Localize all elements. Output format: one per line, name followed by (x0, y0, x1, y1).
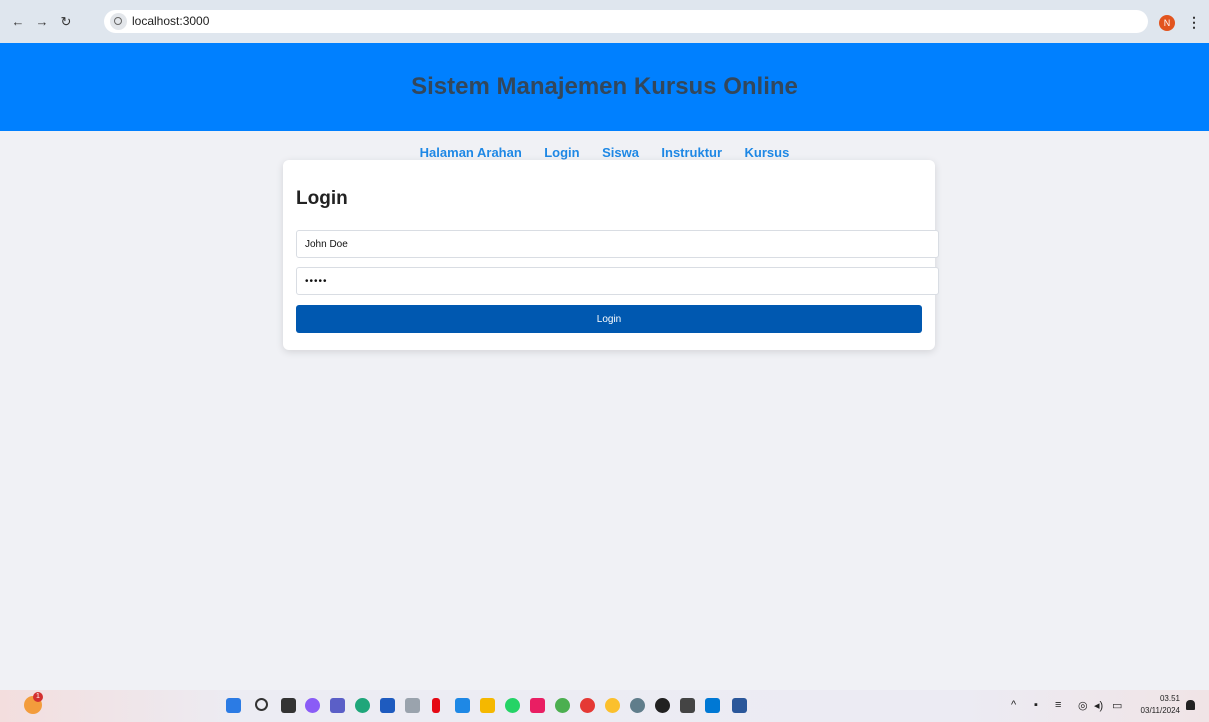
profile-avatar[interactable]: N (1159, 15, 1175, 31)
username-input[interactable] (296, 230, 939, 258)
edge-icon[interactable] (355, 698, 370, 713)
language-icon[interactable]: ◎ (1078, 699, 1088, 712)
task-view-icon[interactable] (281, 698, 296, 713)
store-icon[interactable] (380, 698, 395, 713)
notification-badge: 1 (33, 692, 43, 702)
teams-icon[interactable] (330, 698, 345, 713)
app-icon[interactable] (405, 698, 420, 713)
nav-link-siswa[interactable]: Siswa (602, 145, 639, 160)
app-icon[interactable] (530, 698, 545, 713)
reload-icon[interactable]: ↻ (56, 12, 76, 32)
os-taskbar: 1 ^ ▪ ≡ ◎ ◂) ▭ 03.51 03/11/2024 (0, 690, 1209, 722)
forward-arrow-icon[interactable]: → (32, 12, 52, 32)
whatsapp-icon[interactable] (505, 698, 520, 713)
vscode-icon[interactable] (705, 698, 720, 713)
chrome-icon[interactable] (580, 698, 595, 713)
chevron-up-icon[interactable]: ^ (1011, 699, 1016, 711)
search-icon[interactable] (255, 698, 268, 711)
nav-link-kursus[interactable]: Kursus (745, 145, 790, 160)
app-icon[interactable] (680, 698, 695, 713)
nav-link-halaman-arahan[interactable]: Halaman Arahan (420, 145, 522, 160)
volume-icon[interactable]: ◂) (1094, 699, 1103, 712)
settings-icon[interactable] (630, 698, 645, 713)
word-icon[interactable] (732, 698, 747, 713)
copilot-icon[interactable] (305, 698, 320, 713)
chrome-icon[interactable] (555, 698, 570, 713)
clock[interactable]: 03.51 03/11/2024 (1130, 693, 1180, 717)
address-bar[interactable]: localhost:3000 (104, 10, 1148, 33)
password-input[interactable] (296, 267, 939, 295)
battery-icon[interactable]: ▭ (1112, 699, 1122, 712)
app-icon[interactable] (655, 698, 670, 713)
browser-toolbar: ← → ↻ localhost:3000 N ⋮ (0, 0, 1209, 43)
site-header: Sistem Manajemen Kursus Online (0, 43, 1209, 131)
nav-link-login[interactable]: Login (544, 145, 579, 160)
file-explorer-icon[interactable] (480, 698, 495, 713)
app-tray-icon[interactable]: ▪ (1034, 699, 1038, 711)
clock-time: 03.51 (1159, 694, 1180, 703)
login-button[interactable]: Login (296, 305, 922, 333)
app-icon[interactable] (455, 698, 470, 713)
windows-start-icon[interactable] (226, 698, 241, 713)
bell-icon[interactable] (1186, 700, 1195, 710)
tray-app-icon[interactable]: ≡ (1055, 699, 1061, 711)
back-arrow-icon[interactable]: ← (8, 12, 28, 32)
clock-date: 03/11/2024 (1140, 706, 1180, 715)
chrome-icon[interactable] (605, 698, 620, 713)
more-vert-icon[interactable]: ⋮ (1187, 12, 1201, 32)
login-heading: Login (296, 188, 348, 209)
login-card: Login Login (283, 160, 939, 350)
page-title: Sistem Manajemen Kursus Online (411, 73, 798, 100)
site-info-icon[interactable] (110, 13, 127, 30)
nav-link-instruktur[interactable]: Instruktur (661, 145, 722, 160)
netflix-icon[interactable] (432, 698, 440, 713)
url-text: localhost:3000 (132, 14, 210, 28)
